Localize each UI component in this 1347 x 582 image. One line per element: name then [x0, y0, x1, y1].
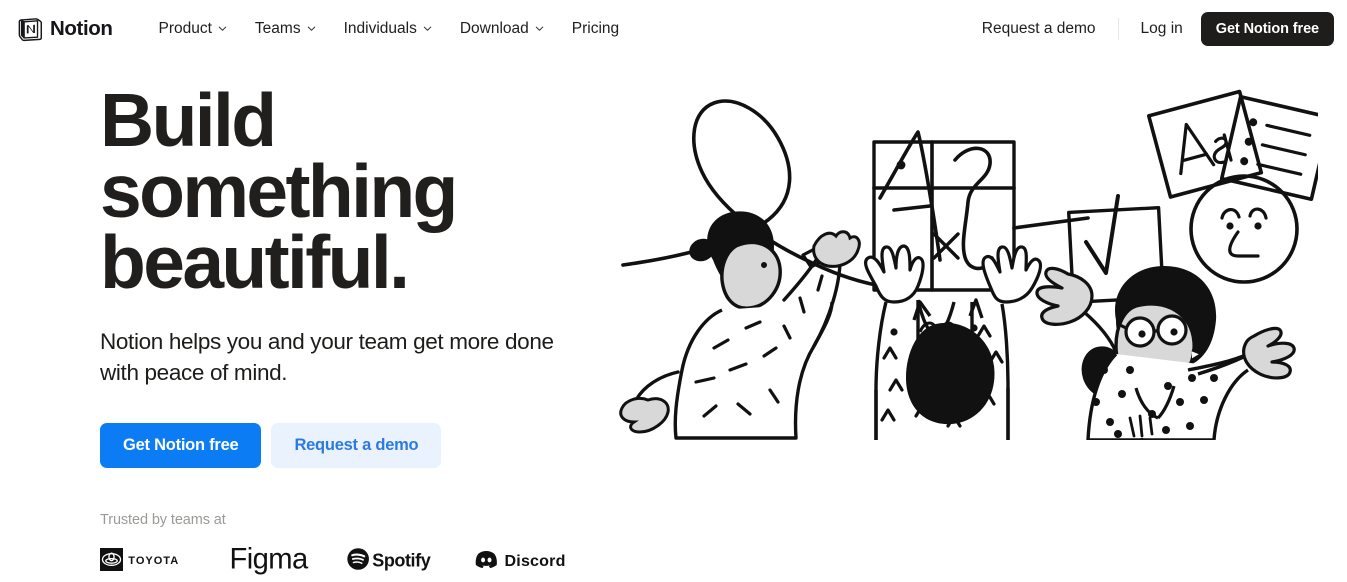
nav-item-download[interactable]: Download [446, 13, 558, 45]
nav-get-notion-free-button[interactable]: Get Notion free [1200, 12, 1334, 46]
figma-logo-icon[interactable]: Figma [229, 543, 309, 575]
people-holding-notion-blocks-illustration [618, 70, 1318, 440]
hero-subtitle: Notion helps you and your team get more … [100, 329, 554, 385]
hero-content-column: Build something beautiful. Notion helps … [18, 58, 608, 582]
person-right [1035, 266, 1296, 440]
svg-text:TOYOTA: TOYOTA [128, 554, 179, 566]
hero-get-notion-free-button[interactable]: Get Notion free [100, 423, 262, 468]
hero-title-line-2: something [100, 149, 458, 233]
person-left [619, 211, 861, 440]
nav-item-teams-label: Teams [254, 20, 301, 37]
hero-request-demo-button[interactable]: Request a demo [271, 423, 442, 468]
nav-item-individuals-label: Individuals [343, 20, 417, 37]
nav-item-product-label: Product [158, 20, 212, 37]
svg-text:Discord: Discord [505, 552, 566, 570]
primary-nav-links: Product Teams Individuals Download Prici… [145, 13, 634, 45]
nav-item-product[interactable]: Product [145, 13, 241, 45]
nav-right-actions: Request a demo Log in Get Notion free [969, 12, 1334, 46]
hero-illustration-column [608, 58, 1347, 582]
chevron-down-icon [423, 24, 432, 33]
nav-item-download-label: Download [459, 20, 529, 37]
customer-logo-row: TOYOTA Figma Spotify Discord [100, 543, 608, 575]
toyota-logo-icon[interactable]: TOYOTA [100, 547, 192, 571]
hero-title-line-1: Build [100, 78, 277, 162]
svg-text:Spotify: Spotify [372, 550, 430, 570]
brand-name-label: Notion [50, 17, 113, 40]
nav-divider [1117, 18, 1119, 40]
request-demo-link[interactable]: Request a demo [969, 13, 1109, 45]
discord-logo-icon[interactable]: Discord [475, 548, 581, 571]
top-navigation-bar: Notion Product Teams Individuals Downloa… [0, 0, 1347, 58]
nav-item-pricing[interactable]: Pricing [558, 13, 633, 45]
hero-title: Build something beautiful. [100, 78, 608, 304]
brand-logo-link[interactable]: Notion [18, 17, 113, 42]
nav-item-pricing-label: Pricing [571, 20, 620, 37]
notion-logo-icon [18, 17, 43, 42]
trusted-by-label: Trusted by teams at [100, 512, 226, 528]
chevron-down-icon [535, 24, 544, 33]
chevron-down-icon [218, 24, 227, 33]
nav-item-individuals[interactable]: Individuals [330, 13, 446, 45]
hero-section: Build something beautiful. Notion helps … [0, 58, 1347, 582]
hero-cta-group: Get Notion free Request a demo [100, 423, 608, 468]
chevron-down-icon [307, 24, 316, 33]
hero-title-line-3: beautiful. [100, 220, 410, 304]
nav-item-teams[interactable]: Teams [241, 13, 330, 45]
svg-text:Figma: Figma [229, 543, 309, 575]
person-middle [863, 244, 1043, 440]
spotify-logo-icon[interactable]: Spotify [346, 547, 438, 571]
login-link[interactable]: Log in [1128, 13, 1196, 45]
